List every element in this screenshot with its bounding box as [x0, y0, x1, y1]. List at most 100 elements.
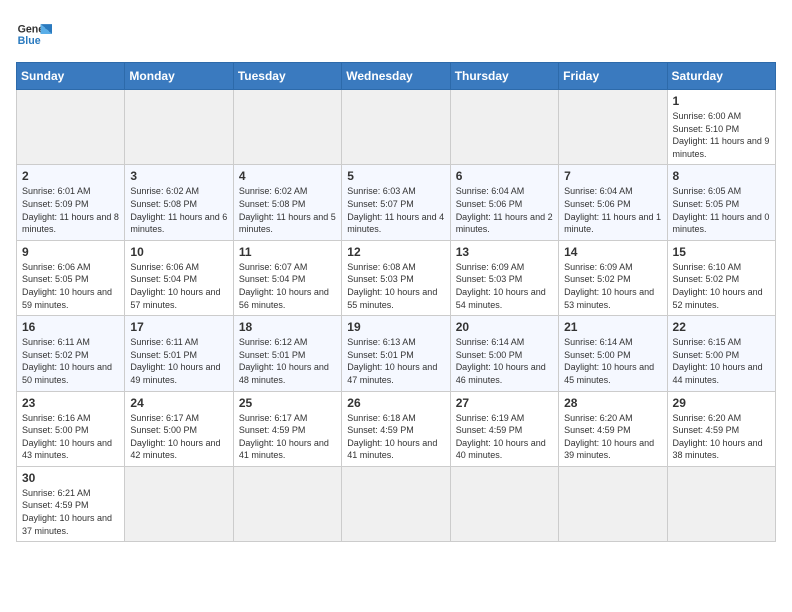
- day-number: 15: [673, 245, 770, 259]
- calendar-cell: 15 Sunrise: 6:10 AM Sunset: 5:02 PM Dayli…: [667, 240, 775, 315]
- calendar-cell: 1 Sunrise: 6:00 AM Sunset: 5:10 PM Daylig…: [667, 90, 775, 165]
- day-info: Sunrise: 6:01 AM Sunset: 5:09 PM Dayligh…: [22, 185, 119, 235]
- logo: General Blue: [16, 16, 52, 52]
- day-number: 5: [347, 169, 444, 183]
- calendar-cell: [233, 90, 341, 165]
- day-number: 12: [347, 245, 444, 259]
- day-number: 18: [239, 320, 336, 334]
- header-saturday: Saturday: [667, 63, 775, 90]
- day-info: Sunrise: 6:20 AM Sunset: 4:59 PM Dayligh…: [673, 412, 770, 462]
- day-number: 22: [673, 320, 770, 334]
- day-info: Sunrise: 6:21 AM Sunset: 4:59 PM Dayligh…: [22, 487, 119, 537]
- day-number: 1: [673, 94, 770, 108]
- day-info: Sunrise: 6:10 AM Sunset: 5:02 PM Dayligh…: [673, 261, 770, 311]
- weekday-header-row: Sunday Monday Tuesday Wednesday Thursday…: [17, 63, 776, 90]
- day-number: 7: [564, 169, 661, 183]
- day-number: 17: [130, 320, 227, 334]
- day-info: Sunrise: 6:14 AM Sunset: 5:00 PM Dayligh…: [564, 336, 661, 386]
- calendar-cell: [667, 466, 775, 541]
- header-sunday: Sunday: [17, 63, 125, 90]
- day-number: 19: [347, 320, 444, 334]
- day-number: 25: [239, 396, 336, 410]
- calendar-cell: 19 Sunrise: 6:13 AM Sunset: 5:01 PM Dayli…: [342, 316, 450, 391]
- day-number: 2: [22, 169, 119, 183]
- calendar-cell: [233, 466, 341, 541]
- calendar-cell: 2 Sunrise: 6:01 AM Sunset: 5:09 PM Daylig…: [17, 165, 125, 240]
- calendar-cell: 23 Sunrise: 6:16 AM Sunset: 5:00 PM Dayli…: [17, 391, 125, 466]
- day-number: 13: [456, 245, 553, 259]
- calendar-cell: 30 Sunrise: 6:21 AM Sunset: 4:59 PM Dayli…: [17, 466, 125, 541]
- calendar-cell: 17 Sunrise: 6:11 AM Sunset: 5:01 PM Dayli…: [125, 316, 233, 391]
- calendar-week-3: 9Sunrise: 6:06 AM Sunset: 5:05 PM Daylig…: [17, 240, 776, 315]
- day-number: 30: [22, 471, 119, 485]
- day-info: Sunrise: 6:03 AM Sunset: 5:07 PM Dayligh…: [347, 185, 444, 235]
- header-thursday: Thursday: [450, 63, 558, 90]
- day-number: 27: [456, 396, 553, 410]
- calendar-week-2: 2 Sunrise: 6:01 AM Sunset: 5:09 PM Daylig…: [17, 165, 776, 240]
- day-number: 26: [347, 396, 444, 410]
- day-number: 20: [456, 320, 553, 334]
- day-number: 23: [22, 396, 119, 410]
- svg-text:Blue: Blue: [18, 35, 41, 47]
- calendar-week-5: 23 Sunrise: 6:16 AM Sunset: 5:00 PM Dayli…: [17, 391, 776, 466]
- day-info: Sunrise: 6:04 AM Sunset: 5:06 PM Dayligh…: [564, 185, 661, 235]
- calendar-week-1: 1 Sunrise: 6:00 AM Sunset: 5:10 PM Daylig…: [17, 90, 776, 165]
- calendar-cell: [125, 90, 233, 165]
- calendar-cell: [125, 466, 233, 541]
- header-monday: Monday: [125, 63, 233, 90]
- header-friday: Friday: [559, 63, 667, 90]
- day-number: 24: [130, 396, 227, 410]
- day-number: 29: [673, 396, 770, 410]
- calendar-cell: 11 Sunrise: 6:07 AM Sunset: 5:04 PM Dayli…: [233, 240, 341, 315]
- day-info: Sunrise: 6:04 AM Sunset: 5:06 PM Dayligh…: [456, 185, 553, 235]
- day-info: Sunrise: 6:16 AM Sunset: 5:00 PM Dayligh…: [22, 412, 119, 462]
- day-number: 3: [130, 169, 227, 183]
- day-number: 11: [239, 245, 336, 259]
- day-info: Sunrise: 6:00 AM Sunset: 5:10 PM Dayligh…: [673, 110, 770, 160]
- calendar-cell: 9Sunrise: 6:06 AM Sunset: 5:05 PM Daylig…: [17, 240, 125, 315]
- header: General Blue: [16, 16, 776, 52]
- day-info: Sunrise: 6:05 AM Sunset: 5:05 PM Dayligh…: [673, 185, 770, 235]
- logo-icon: General Blue: [16, 16, 52, 52]
- day-info: Sunrise: 6:06 AM Sunset: 5:05 PM Dayligh…: [22, 261, 119, 311]
- calendar-cell: 16 Sunrise: 6:11 AM Sunset: 5:02 PM Dayli…: [17, 316, 125, 391]
- calendar-cell: 7 Sunrise: 6:04 AM Sunset: 5:06 PM Daylig…: [559, 165, 667, 240]
- day-info: Sunrise: 6:08 AM Sunset: 5:03 PM Dayligh…: [347, 261, 444, 311]
- day-info: Sunrise: 6:20 AM Sunset: 4:59 PM Dayligh…: [564, 412, 661, 462]
- calendar-cell: 21Sunrise: 6:14 AM Sunset: 5:00 PM Dayli…: [559, 316, 667, 391]
- header-tuesday: Tuesday: [233, 63, 341, 90]
- calendar-cell: 5 Sunrise: 6:03 AM Sunset: 5:07 PM Daylig…: [342, 165, 450, 240]
- calendar-cell: 10 Sunrise: 6:06 AM Sunset: 5:04 PM Dayli…: [125, 240, 233, 315]
- day-info: Sunrise: 6:12 AM Sunset: 5:01 PM Dayligh…: [239, 336, 336, 386]
- day-info: Sunrise: 6:17 AM Sunset: 5:00 PM Dayligh…: [130, 412, 227, 462]
- calendar-cell: 18 Sunrise: 6:12 AM Sunset: 5:01 PM Dayli…: [233, 316, 341, 391]
- calendar-cell: [17, 90, 125, 165]
- day-info: Sunrise: 6:07 AM Sunset: 5:04 PM Dayligh…: [239, 261, 336, 311]
- day-info: Sunrise: 6:06 AM Sunset: 5:04 PM Dayligh…: [130, 261, 227, 311]
- day-number: 28: [564, 396, 661, 410]
- calendar-cell: 24 Sunrise: 6:17 AM Sunset: 5:00 PM Dayli…: [125, 391, 233, 466]
- day-info: Sunrise: 6:02 AM Sunset: 5:08 PM Dayligh…: [239, 185, 336, 235]
- calendar-week-4: 16 Sunrise: 6:11 AM Sunset: 5:02 PM Dayli…: [17, 316, 776, 391]
- calendar-cell: 29 Sunrise: 6:20 AM Sunset: 4:59 PM Dayli…: [667, 391, 775, 466]
- day-info: Sunrise: 6:14 AM Sunset: 5:00 PM Dayligh…: [456, 336, 553, 386]
- day-info: Sunrise: 6:18 AM Sunset: 4:59 PM Dayligh…: [347, 412, 444, 462]
- day-number: 10: [130, 245, 227, 259]
- day-info: Sunrise: 6:13 AM Sunset: 5:01 PM Dayligh…: [347, 336, 444, 386]
- day-number: 16: [22, 320, 119, 334]
- day-info: Sunrise: 6:11 AM Sunset: 5:01 PM Dayligh…: [130, 336, 227, 386]
- calendar-cell: 14Sunrise: 6:09 AM Sunset: 5:02 PM Dayli…: [559, 240, 667, 315]
- calendar-cell: 12 Sunrise: 6:08 AM Sunset: 5:03 PM Dayli…: [342, 240, 450, 315]
- day-info: Sunrise: 6:11 AM Sunset: 5:02 PM Dayligh…: [22, 336, 119, 386]
- calendar-cell: [342, 90, 450, 165]
- calendar-cell: [450, 466, 558, 541]
- calendar-cell: 4Sunrise: 6:02 AM Sunset: 5:08 PM Daylig…: [233, 165, 341, 240]
- calendar-cell: 22Sunrise: 6:15 AM Sunset: 5:00 PM Dayli…: [667, 316, 775, 391]
- day-info: Sunrise: 6:09 AM Sunset: 5:03 PM Dayligh…: [456, 261, 553, 311]
- calendar-cell: [450, 90, 558, 165]
- calendar-table: Sunday Monday Tuesday Wednesday Thursday…: [16, 62, 776, 542]
- calendar-cell: [559, 466, 667, 541]
- calendar-cell: 25Sunrise: 6:17 AM Sunset: 4:59 PM Dayli…: [233, 391, 341, 466]
- calendar-cell: 27 Sunrise: 6:19 AM Sunset: 4:59 PM Dayli…: [450, 391, 558, 466]
- day-info: Sunrise: 6:19 AM Sunset: 4:59 PM Dayligh…: [456, 412, 553, 462]
